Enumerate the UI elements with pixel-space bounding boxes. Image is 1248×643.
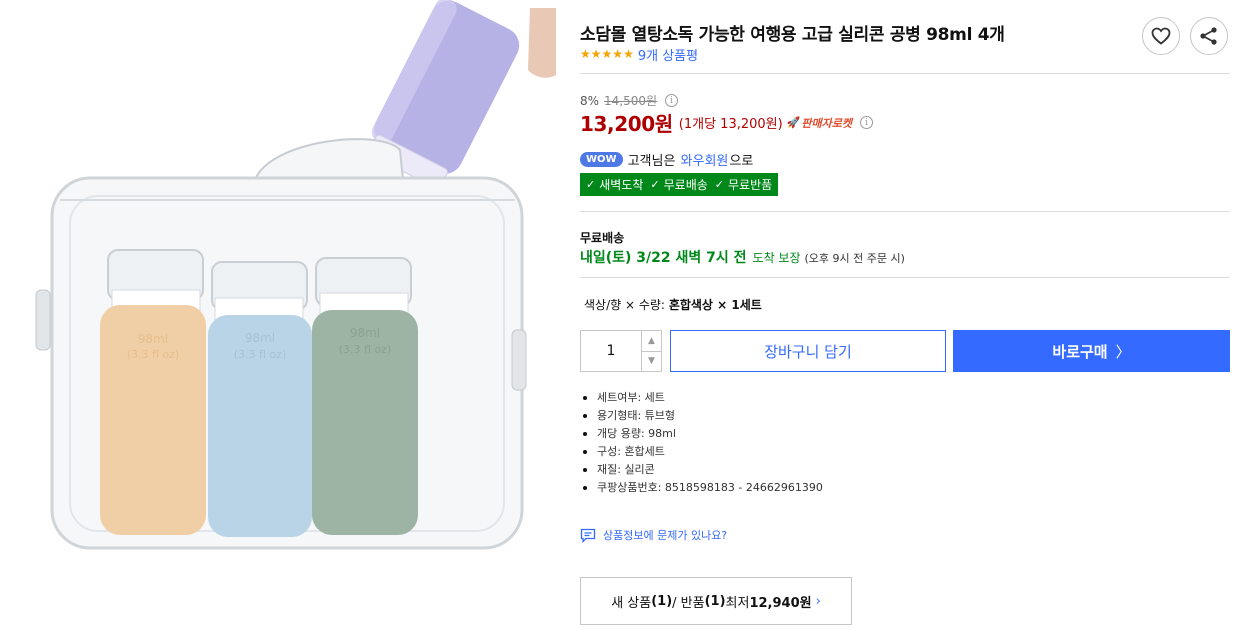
list-item: 개당 용량: 98ml	[581, 425, 823, 443]
list-item: 구성: 혼합세트	[581, 443, 823, 461]
product-image[interactable]: 98ml (3.3 fl oz) 98ml (3.3 fl oz) 98ml (…	[0, 0, 560, 643]
delivery-date: 내일(토) 3/22 새벽 7시 전	[580, 250, 747, 266]
lowest-price: 12,940원	[749, 595, 812, 611]
add-to-cart-button[interactable]: 장바구니 담기	[670, 330, 946, 372]
quantity-stepper: ▲ ▼	[580, 330, 662, 372]
wow-badge: WOW	[580, 152, 623, 167]
rocket-badge: 🚀 판매자로켓	[787, 115, 852, 131]
quantity-decrease-button[interactable]: ▼	[642, 352, 661, 372]
check-icon: ✓	[714, 178, 724, 191]
svg-text:98ml: 98ml	[138, 332, 168, 346]
original-price: 14,500원	[604, 94, 658, 108]
share-icon	[1200, 27, 1217, 45]
star-icon: ★	[601, 47, 613, 61]
chevron-right-icon: ›	[815, 593, 821, 609]
shipping-label: 무료배송	[580, 231, 625, 245]
list-item: 용기형태: 튜브형	[581, 407, 823, 425]
quantity-input[interactable]	[581, 331, 641, 371]
wow-membership-row: WOW 고객님은 와우회원 으로	[580, 150, 753, 169]
benefit-item: ✓ 새벽도착	[586, 178, 644, 192]
svg-text:(3.3 fl oz): (3.3 fl oz)	[339, 343, 392, 356]
star-icon: ★	[580, 47, 591, 61]
bullet-icon	[583, 414, 587, 418]
original-price-row: 8% 14,500원 i	[580, 92, 679, 109]
rocket-icon: 🚀	[786, 116, 801, 129]
buy-now-button[interactable]: 바로구매 〉	[953, 330, 1230, 372]
product-photo: 98ml (3.3 fl oz) 98ml (3.3 fl oz) 98ml (…	[35, 0, 556, 550]
benefit-item: ✓ 무료배송	[650, 178, 708, 192]
svg-text:(3.3 fl oz): (3.3 fl oz)	[234, 348, 287, 361]
svg-text:(3.3 fl oz): (3.3 fl oz)	[127, 348, 180, 361]
quantity-arrows: ▲ ▼	[641, 331, 661, 371]
chevron-right-icon: 〉	[1115, 342, 1131, 361]
list-item: 쿠팡상품번호: 8518598183 - 24662961390	[581, 479, 823, 497]
discount-rate: 8%	[580, 93, 600, 108]
report-text: 상품정보에 문제가 있나요?	[603, 529, 728, 542]
product-info: 소담몰 열탕소독 가능한 여행용 고급 실리콘 공병 98ml 4개 ★ ★ ★…	[580, 0, 1230, 643]
star-icon: ★	[612, 47, 624, 61]
spec-list: 세트여부: 세트 용기형태: 튜브형 개당 용량: 98ml 구성: 혼합세트 …	[581, 389, 823, 497]
divider	[580, 211, 1230, 212]
bottle-blue: 98ml (3.3 fl oz)	[208, 261, 312, 537]
rating-stars: ★ ★ ★ ★ ★	[580, 48, 634, 61]
option-value: 혼합색상 × 1세트	[668, 298, 762, 312]
review-count-link[interactable]: 9개 상품평	[638, 45, 698, 64]
divider	[580, 277, 1230, 278]
bullet-icon	[583, 486, 587, 490]
bullet-icon	[583, 450, 587, 454]
wow-text-before: 고객님은	[627, 154, 676, 169]
wishlist-button[interactable]	[1142, 17, 1180, 55]
bottle-peach: 98ml (3.3 fl oz)	[100, 249, 206, 535]
svg-text:98ml: 98ml	[245, 331, 275, 345]
unit-price: (1개당 13,200원)	[678, 117, 783, 132]
list-item: 세트여부: 세트	[581, 389, 823, 407]
benefit-item: ✓ 무료반품	[714, 178, 773, 192]
selected-option: 색상/향 × 수량: 혼합색상 × 1세트	[584, 296, 762, 313]
delivery-guarantee: 도착 보장	[752, 251, 801, 265]
other-sellers-button[interactable]: 새 상품 (1) / 반품 (1) 최저 12,940원 ›	[580, 577, 852, 625]
sale-price-row: 13,200원 (1개당 13,200원) 🚀 판매자로켓 i	[580, 108, 874, 137]
heart-icon	[1151, 27, 1171, 45]
buy-now-label: 바로구매	[1052, 342, 1108, 361]
divider	[580, 73, 1230, 74]
rocket-badge-label: 판매자로켓	[801, 116, 853, 130]
option-label: 색상/향 × 수량:	[584, 298, 665, 312]
bottle-green: 98ml (3.3 fl oz)	[312, 257, 418, 535]
star-icon: ★	[623, 47, 634, 61]
info-icon[interactable]: i	[665, 94, 679, 107]
check-icon: ✓	[650, 178, 660, 191]
delivery-row: 내일(토) 3/22 새벽 7시 전 도착 보장 (오후 9시 전 주문 시)	[580, 247, 905, 267]
bullet-icon	[583, 432, 587, 436]
quantity-increase-button[interactable]: ▲	[642, 331, 661, 352]
check-icon: ✓	[586, 178, 596, 191]
info-icon[interactable]: i	[860, 116, 874, 129]
benefit-strip: ✓ 새벽도착 ✓ 무료배송 ✓ 무료반품	[580, 173, 779, 196]
delivery-condition: (오후 9시 전 주문 시)	[804, 252, 905, 265]
product-title: 소담몰 열탕소독 가능한 여행용 고급 실리콘 공병 98ml 4개	[580, 25, 1005, 45]
report-product-info-link[interactable]: 상품정보에 문제가 있나요?	[580, 527, 727, 543]
sale-price: 13,200원	[580, 112, 673, 136]
svg-text:98ml: 98ml	[350, 326, 380, 340]
bullet-icon	[583, 468, 587, 472]
star-icon: ★	[590, 47, 602, 61]
rating-row: ★ ★ ★ ★ ★ 9개 상품평	[580, 45, 698, 65]
wow-text-after: 으로	[729, 154, 754, 169]
share-button[interactable]	[1190, 17, 1228, 55]
message-icon	[580, 528, 596, 543]
hand-shape	[528, 8, 556, 78]
wow-member-link[interactable]: 와우회원	[681, 150, 729, 169]
list-item: 재질: 실리콘	[581, 461, 823, 479]
bullet-icon	[583, 396, 587, 400]
